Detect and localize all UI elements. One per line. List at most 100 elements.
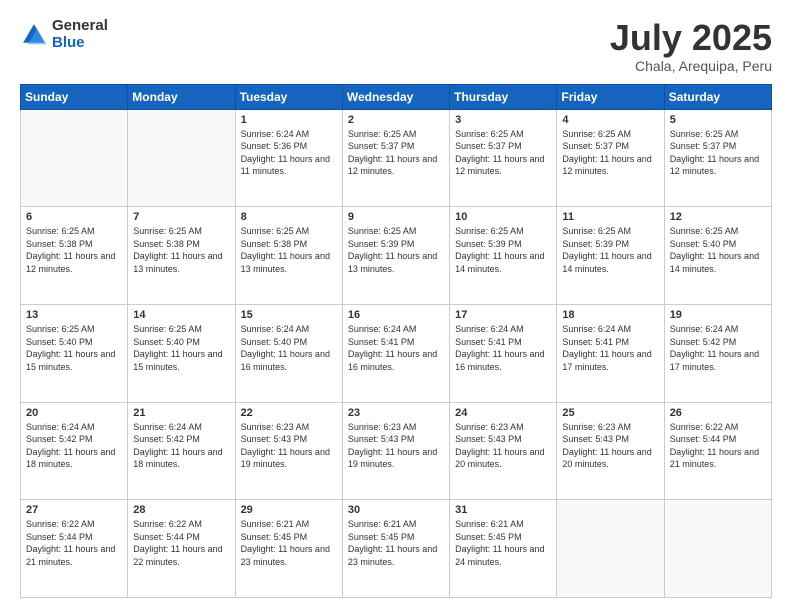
calendar-cell: 18 Sunrise: 6:24 AMSunset: 5:41 PMDayligh…: [557, 304, 664, 402]
day-number: 20: [26, 407, 122, 419]
day-number: 9: [348, 211, 444, 223]
weekday-header-thursday: Thursday: [450, 84, 557, 109]
calendar-cell: 15Sunrise: 6:24 AMSunset: 5:40 PMDayligh…: [235, 304, 342, 402]
calendar-cell: 12 Sunrise: 6:25 AMSunset: 5:40 PMDayligh…: [664, 207, 771, 305]
logo: General Blue: [20, 18, 108, 51]
day-number: 18: [562, 309, 658, 321]
day-number: 28: [133, 504, 229, 516]
weekday-header-friday: Friday: [557, 84, 664, 109]
weekday-header-wednesday: Wednesday: [342, 84, 449, 109]
calendar-cell: 14 Sunrise: 6:25 AMSunset: 5:40 PMDayligh…: [128, 304, 235, 402]
week-row-4: 20 Sunrise: 6:24 AMSunset: 5:42 PMDayligh…: [21, 402, 772, 500]
calendar-cell: [557, 500, 664, 598]
day-number: 14: [133, 309, 229, 321]
day-number: 26: [670, 407, 766, 419]
calendar-cell: 9 Sunrise: 6:25 AMSunset: 5:39 PMDaylight…: [342, 207, 449, 305]
day-info: Sunrise: 6:21 AMSunset: 5:45 PMDaylight:…: [241, 518, 337, 568]
day-number: 19: [670, 309, 766, 321]
main-title: July 2025: [610, 18, 772, 58]
day-number: 5: [670, 114, 766, 126]
calendar-cell: 29 Sunrise: 6:21 AMSunset: 5:45 PMDayligh…: [235, 500, 342, 598]
day-info: Sunrise: 6:22 AMSunset: 5:44 PMDaylight:…: [133, 518, 229, 568]
logo-blue: Blue: [52, 35, 108, 52]
day-info: Sunrise: 6:25 AMSunset: 5:39 PMDaylight:…: [348, 225, 444, 275]
calendar-cell: 10Sunrise: 6:25 AMSunset: 5:39 PMDayligh…: [450, 207, 557, 305]
calendar-cell: 25 Sunrise: 6:23 AMSunset: 5:43 PMDayligh…: [557, 402, 664, 500]
day-info: Sunrise: 6:23 AMSunset: 5:43 PMDaylight:…: [562, 421, 658, 471]
day-info: Sunrise: 6:25 AMSunset: 5:38 PMDaylight:…: [241, 225, 337, 275]
calendar-cell: [128, 109, 235, 207]
calendar-cell: 21Sunrise: 6:24 AMSunset: 5:42 PMDayligh…: [128, 402, 235, 500]
day-number: 27: [26, 504, 122, 516]
weekday-header-sunday: Sunday: [21, 84, 128, 109]
day-info: Sunrise: 6:21 AMSunset: 5:45 PMDaylight:…: [348, 518, 444, 568]
day-info: Sunrise: 6:23 AMSunset: 5:43 PMDaylight:…: [455, 421, 551, 471]
calendar-cell: 20 Sunrise: 6:24 AMSunset: 5:42 PMDayligh…: [21, 402, 128, 500]
day-number: 29: [241, 504, 337, 516]
day-number: 31: [455, 504, 551, 516]
day-number: 2: [348, 114, 444, 126]
logo-icon: [20, 21, 48, 49]
day-number: 16: [348, 309, 444, 321]
calendar-cell: 5Sunrise: 6:25 AMSunset: 5:37 PMDaylight…: [664, 109, 771, 207]
calendar-cell: 11Sunrise: 6:25 AMSunset: 5:39 PMDayligh…: [557, 207, 664, 305]
calendar-cell: 19 Sunrise: 6:24 AMSunset: 5:42 PMDayligh…: [664, 304, 771, 402]
calendar-cell: 30 Sunrise: 6:21 AMSunset: 5:45 PMDayligh…: [342, 500, 449, 598]
day-number: 12: [670, 211, 766, 223]
day-number: 8: [241, 211, 337, 223]
day-info: Sunrise: 6:23 AMSunset: 5:43 PMDaylight:…: [348, 421, 444, 471]
day-info: Sunrise: 6:24 AMSunset: 5:42 PMDaylight:…: [133, 421, 229, 471]
day-number: 17: [455, 309, 551, 321]
day-number: 25: [562, 407, 658, 419]
calendar-cell: 6Sunrise: 6:25 AMSunset: 5:38 PMDaylight…: [21, 207, 128, 305]
page: General Blue July 2025 Chala, Arequipa, …: [0, 0, 792, 612]
day-number: 4: [562, 114, 658, 126]
weekday-header-tuesday: Tuesday: [235, 84, 342, 109]
day-number: 30: [348, 504, 444, 516]
calendar-cell: 3 Sunrise: 6:25 AMSunset: 5:37 PMDaylight…: [450, 109, 557, 207]
calendar-cell: 8 Sunrise: 6:25 AMSunset: 5:38 PMDaylight…: [235, 207, 342, 305]
title-block: July 2025 Chala, Arequipa, Peru: [610, 18, 772, 74]
day-info: Sunrise: 6:25 AMSunset: 5:40 PMDaylight:…: [133, 323, 229, 373]
calendar-cell: [664, 500, 771, 598]
header: General Blue July 2025 Chala, Arequipa, …: [20, 18, 772, 74]
day-info: Sunrise: 6:25 AMSunset: 5:40 PMDaylight:…: [26, 323, 122, 373]
calendar-cell: 1 Sunrise: 6:24 AMSunset: 5:36 PMDaylight…: [235, 109, 342, 207]
day-info: Sunrise: 6:24 AMSunset: 5:41 PMDaylight:…: [348, 323, 444, 373]
subtitle: Chala, Arequipa, Peru: [610, 58, 772, 74]
logo-general: General: [52, 18, 108, 35]
day-number: 23: [348, 407, 444, 419]
day-number: 22: [241, 407, 337, 419]
logo-text: General Blue: [52, 18, 108, 51]
calendar-cell: 7Sunrise: 6:25 AMSunset: 5:38 PMDaylight…: [128, 207, 235, 305]
day-info: Sunrise: 6:24 AMSunset: 5:42 PMDaylight:…: [26, 421, 122, 471]
calendar-cell: 24 Sunrise: 6:23 AMSunset: 5:43 PMDayligh…: [450, 402, 557, 500]
day-info: Sunrise: 6:24 AMSunset: 5:41 PMDaylight:…: [455, 323, 551, 373]
day-info: Sunrise: 6:25 AMSunset: 5:37 PMDaylight:…: [455, 128, 551, 178]
calendar-cell: [21, 109, 128, 207]
day-number: 24: [455, 407, 551, 419]
day-info: Sunrise: 6:22 AMSunset: 5:44 PMDaylight:…: [670, 421, 766, 471]
day-info: Sunrise: 6:25 AMSunset: 5:40 PMDaylight:…: [670, 225, 766, 275]
week-row-2: 6 Sunrise: 6:25 AMSunset: 5:38 PMDaylight…: [21, 207, 772, 305]
calendar-cell: 31 Sunrise: 6:21 AMSunset: 5:45 PMDayligh…: [450, 500, 557, 598]
weekday-header-row: SundayMondayTuesdayWednesdayThursdayFrid…: [21, 84, 772, 109]
day-number: 6: [26, 211, 122, 223]
day-info: Sunrise: 6:21 AMSunset: 5:45 PMDaylight:…: [455, 518, 551, 568]
day-info: Sunrise: 6:25 AMSunset: 5:37 PMDaylight:…: [348, 128, 444, 178]
day-number: 3: [455, 114, 551, 126]
calendar-cell: 22Sunrise: 6:23 AMSunset: 5:43 PMDayligh…: [235, 402, 342, 500]
weekday-header-saturday: Saturday: [664, 84, 771, 109]
day-number: 13: [26, 309, 122, 321]
day-info: Sunrise: 6:24 AMSunset: 5:41 PMDaylight:…: [562, 323, 658, 373]
calendar-cell: 4 Sunrise: 6:25 AMSunset: 5:37 PMDaylight…: [557, 109, 664, 207]
day-info: Sunrise: 6:24 AMSunset: 5:36 PMDaylight:…: [241, 128, 337, 178]
day-info: Sunrise: 6:24 AMSunset: 5:42 PMDaylight:…: [670, 323, 766, 373]
week-row-1: 1 Sunrise: 6:24 AMSunset: 5:36 PMDaylight…: [21, 109, 772, 207]
calendar-cell: 28 Sunrise: 6:22 AMSunset: 5:44 PMDayligh…: [128, 500, 235, 598]
day-info: Sunrise: 6:25 AMSunset: 5:37 PMDaylight:…: [562, 128, 658, 178]
week-row-3: 13 Sunrise: 6:25 AMSunset: 5:40 PMDayligh…: [21, 304, 772, 402]
day-number: 1: [241, 114, 337, 126]
calendar-cell: 2 Sunrise: 6:25 AMSunset: 5:37 PMDaylight…: [342, 109, 449, 207]
weekday-header-monday: Monday: [128, 84, 235, 109]
